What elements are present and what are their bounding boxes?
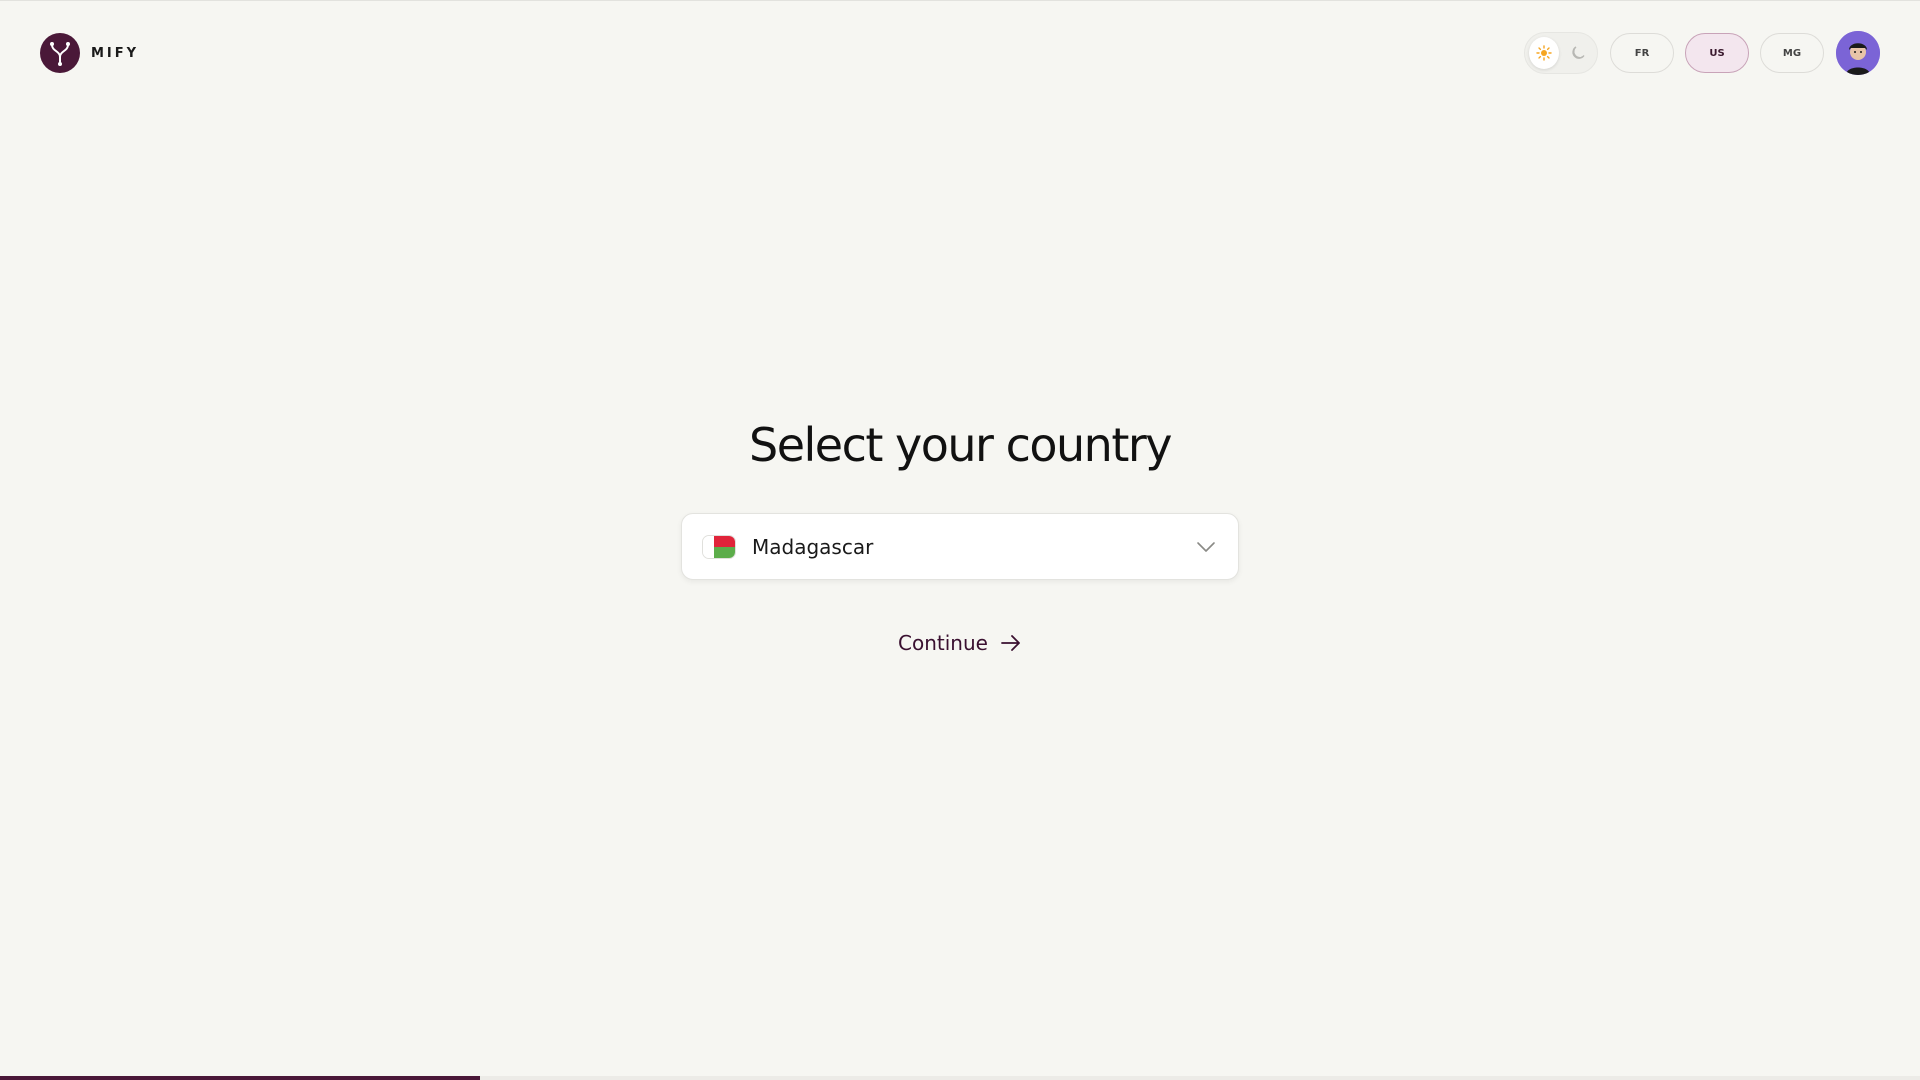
continue-label: Continue — [898, 631, 988, 655]
progress-fill — [0, 1076, 480, 1080]
chevron-down-icon — [1194, 535, 1218, 559]
country-select-value: Madagascar — [752, 534, 874, 559]
main-content: Select your country Madagascar Continue — [0, 0, 1920, 1080]
arrow-right-icon — [1001, 635, 1020, 651]
page-title: Select your country — [749, 418, 1173, 472]
continue-row: Continue — [0, 631, 1920, 655]
madagascar-flag-icon — [702, 534, 736, 559]
continue-button[interactable]: Continue — [898, 631, 1022, 655]
progress-bar — [0, 1076, 1920, 1080]
country-select[interactable]: Madagascar — [681, 513, 1239, 580]
